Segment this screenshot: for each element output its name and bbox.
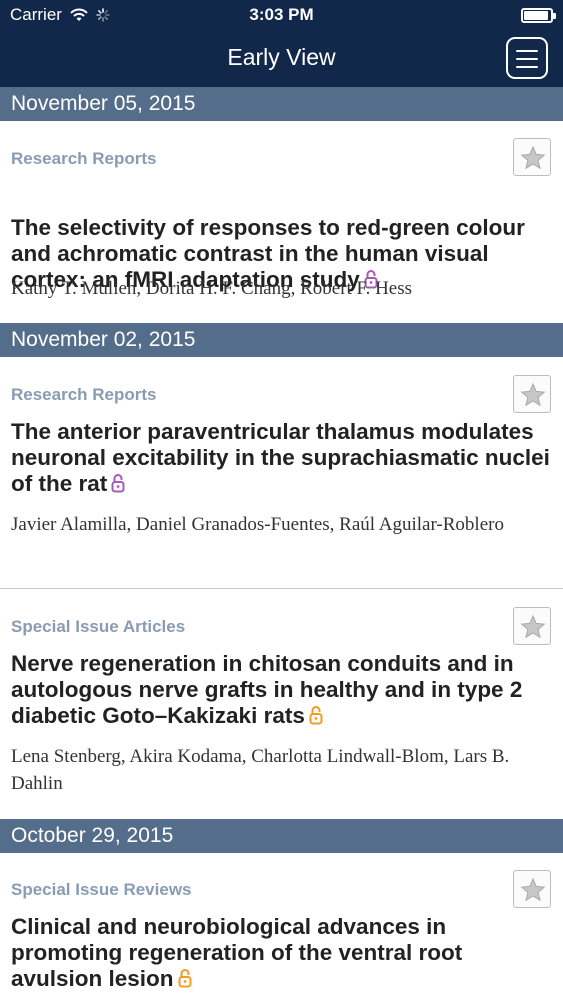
date-header: November 05, 2015 xyxy=(0,87,563,121)
article-category: Special Issue Reviews xyxy=(11,880,192,899)
article-item[interactable]: Research Reports The selectivity of resp… xyxy=(0,121,563,323)
star-icon xyxy=(520,614,546,639)
favorite-star-button[interactable] xyxy=(513,375,551,413)
article-title-text: The anterior paraventricular thalamus mo… xyxy=(11,419,550,496)
article-title[interactable]: Clinical and neurobiological advances in… xyxy=(11,914,551,992)
date-header: October 29, 2015 xyxy=(0,819,563,853)
star-icon xyxy=(520,145,546,170)
article-feed[interactable]: November 05, 2015 Research Reports The s… xyxy=(0,87,563,1003)
lock-open-icon xyxy=(178,969,192,988)
article-item[interactable]: Special Issue Reviews Clinical and neuro… xyxy=(0,853,563,1003)
top-bar: Carrier 3:03 PM Early View xyxy=(0,0,563,87)
star-icon xyxy=(520,877,546,902)
hamburger-menu-icon[interactable] xyxy=(506,37,548,79)
article-title[interactable]: The anterior paraventricular thalamus mo… xyxy=(11,419,551,497)
clock: 3:03 PM xyxy=(249,5,314,24)
favorite-star-button[interactable] xyxy=(513,138,551,176)
article-authors: Lena Stenberg, Akira Kodama, Charlotta L… xyxy=(11,746,510,794)
lock-open-icon xyxy=(309,706,323,725)
lock-open-icon xyxy=(111,474,125,493)
battery-icon xyxy=(521,8,556,23)
article-authors: Kathy T. Mullen, Dorita H. F. Chang, Rob… xyxy=(11,278,413,299)
status-bar: Carrier 3:03 PM xyxy=(0,0,563,30)
article-category: Research Reports xyxy=(11,149,157,168)
article-item[interactable]: Special Issue Articles Nerve regeneratio… xyxy=(0,589,563,819)
star-icon xyxy=(520,382,546,407)
page-title: Early View xyxy=(227,44,336,70)
article-title-text: Clinical and neurobiological advances in… xyxy=(11,914,463,991)
date-header: November 02, 2015 xyxy=(0,323,563,357)
article-category: Special Issue Articles xyxy=(11,617,186,636)
article-authors: Javier Alamilla, Daniel Granados-Fuentes… xyxy=(11,514,504,535)
article-title-text: Nerve regeneration in chitosan conduits … xyxy=(11,651,523,728)
favorite-star-button[interactable] xyxy=(513,607,551,645)
article-item[interactable]: Research Reports The anterior paraventri… xyxy=(0,357,563,589)
article-title[interactable]: Nerve regeneration in chitosan conduits … xyxy=(11,651,551,729)
article-category: Research Reports xyxy=(11,385,157,404)
favorite-star-button[interactable] xyxy=(513,870,551,908)
